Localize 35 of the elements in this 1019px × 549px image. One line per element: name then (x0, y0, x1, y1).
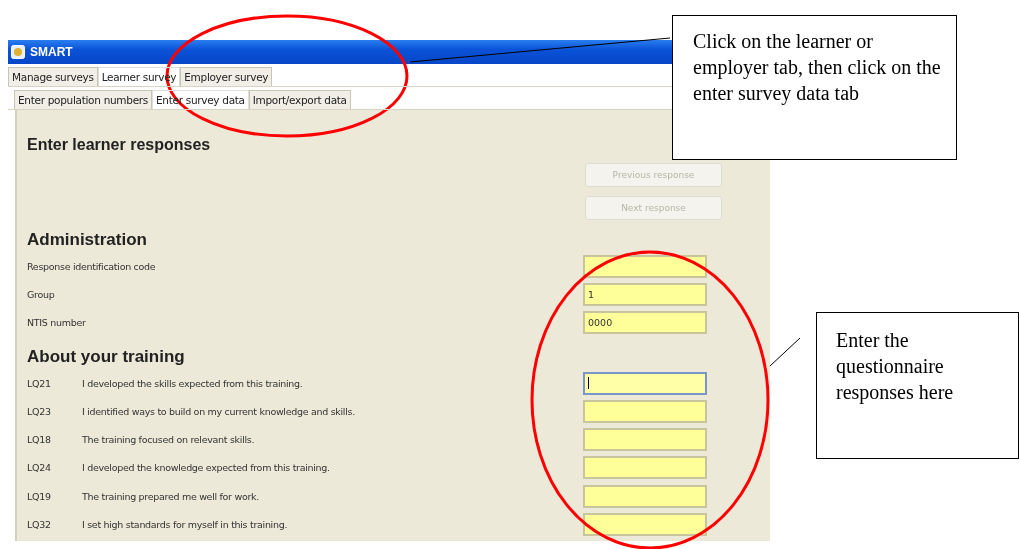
section-heading: About your training (27, 346, 186, 367)
field-label: Response identification code (27, 260, 156, 272)
input-field[interactable] (583, 371, 707, 395)
callout-text: Enter the questionnaire responses here (816, 312, 1019, 459)
field-label: I identified ways to build on my current knowledge and skills. (82, 405, 355, 417)
input-field[interactable] (583, 484, 707, 508)
input-field[interactable] (583, 456, 707, 480)
input-field[interactable]: 0000 (583, 311, 707, 335)
callout-text: Click on the learner or employer tab, then click on the enter survey data tab (672, 15, 957, 160)
field-label: I developed the knowledge expected from this training. (82, 462, 330, 474)
field-label: NTIS number (27, 317, 86, 329)
question-code: LQ24 (27, 462, 52, 474)
field-label: Group (27, 288, 55, 300)
question-code: LQ21 (27, 377, 52, 389)
input-field[interactable]: 1 (583, 282, 707, 306)
input-field[interactable] (583, 513, 707, 536)
field-label: The training focused on relevant skills. (82, 434, 255, 446)
question-code: LQ32 (27, 519, 52, 530)
field-label: I developed the skills expected from this training. (82, 377, 303, 389)
input-field[interactable] (583, 399, 707, 423)
input-field[interactable] (583, 428, 707, 452)
window-title: SMART (30, 45, 73, 59)
question-code: LQ23 (27, 405, 52, 417)
tab[interactable]: Enter population numbers (14, 90, 152, 109)
section-heading: Administration (27, 230, 148, 250)
form-heading: Enter learner responses (27, 136, 211, 155)
question-code: LQ19 (27, 490, 52, 502)
app-icon (11, 45, 25, 59)
field-label: I set high standards for myself in this training. (82, 519, 288, 530)
tab[interactable]: Import/export data (248, 90, 351, 109)
question-code: LQ18 (27, 434, 52, 446)
tab[interactable]: Manage surveys (8, 67, 98, 86)
leader-line (769, 337, 801, 367)
field-label: The training prepared me well for work. (82, 490, 259, 502)
tab[interactable]: Employer survey (180, 67, 273, 86)
